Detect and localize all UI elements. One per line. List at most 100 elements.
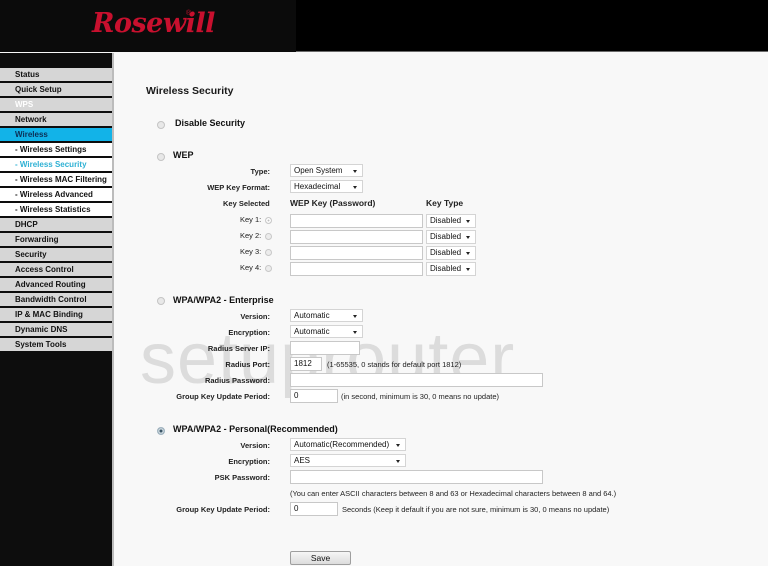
sidebar-item-wireless-security[interactable]: - Wireless Security: [0, 158, 112, 173]
sidebar-item-network[interactable]: Network: [0, 113, 112, 128]
chevron-down-icon: [466, 220, 470, 223]
wep-key-select-radio[interactable]: [265, 233, 272, 240]
pers-group-key-label: Group Key Update Period:: [176, 505, 270, 514]
ent-encryption-select[interactable]: Automatic: [290, 325, 363, 338]
ent-encryption-label: Encryption:: [228, 328, 270, 337]
pers-version-value: Automatic(Recommended): [294, 440, 390, 449]
wep-key-label: Key 4:: [240, 263, 262, 272]
wep-key-label: Key 3:: [240, 247, 262, 256]
wep-key-type-select[interactable]: Disabled: [426, 262, 476, 276]
save-button[interactable]: Save: [290, 551, 351, 565]
wep-key-select-radio[interactable]: [265, 265, 272, 272]
psk-password-note: (You can enter ASCII characters between …: [290, 489, 617, 498]
chevron-down-icon: [353, 170, 357, 173]
chevron-down-icon: [396, 444, 400, 447]
wep-key-input[interactable]: [290, 214, 423, 228]
wep-key-input[interactable]: [290, 246, 423, 260]
chevron-down-icon: [353, 315, 357, 318]
page-title: Wireless Security: [146, 85, 234, 97]
sidebar-item-wireless-statistics[interactable]: - Wireless Statistics: [0, 203, 112, 218]
wep-key-type-value: Disabled: [430, 216, 462, 225]
header: Rosewill ®: [0, 0, 768, 52]
sidebar-item-dynamic-dns[interactable]: Dynamic DNS: [0, 323, 112, 338]
ent-encryption-value: Automatic: [294, 327, 330, 336]
enterprise-radio[interactable]: [157, 297, 165, 305]
sidebar-item-wps[interactable]: WPS: [0, 98, 112, 113]
sidebar-item-security[interactable]: Security: [0, 248, 112, 263]
ent-version-label: Version:: [240, 312, 270, 321]
wep-key-type-value: Disabled: [430, 264, 462, 273]
sidebar-item-ip-and-mac-binding[interactable]: IP & MAC Binding: [0, 308, 112, 323]
chevron-down-icon: [466, 268, 470, 271]
chevron-down-icon: [466, 252, 470, 255]
wep-label: WEP: [173, 150, 194, 160]
wep-key-label: Key 1:: [240, 215, 262, 224]
wep-key-select-radio[interactable]: [265, 217, 272, 224]
logo-area: Rosewill ®: [0, 0, 296, 52]
wep-key-label: Key 2:: [240, 231, 262, 240]
ent-version-select[interactable]: Automatic: [290, 309, 363, 322]
sidebar-item-dhcp[interactable]: DHCP: [0, 218, 112, 233]
rosewill-logo: Rosewill: [92, 8, 215, 39]
wep-type-select[interactable]: Open System: [290, 164, 363, 177]
key-selected-header: Key Selected: [223, 199, 270, 208]
wep-key-format-label: WEP Key Format:: [207, 183, 270, 192]
ent-group-key-input[interactable]: 0: [290, 389, 338, 403]
chevron-down-icon: [466, 236, 470, 239]
wep-radio[interactable]: [157, 153, 165, 161]
chevron-down-icon: [396, 460, 400, 463]
main-content: setuprouter Wireless Security Disable Se…: [114, 53, 768, 566]
wep-key-type-select[interactable]: Disabled: [426, 246, 476, 260]
ent-group-key-note: (in second, minimum is 30, 0 means no up…: [341, 392, 499, 401]
sidebar-item-advanced-routing[interactable]: Advanced Routing: [0, 278, 112, 293]
sidebar-item-system-tools[interactable]: System Tools: [0, 338, 112, 353]
radius-ip-label: Radius Server IP:: [207, 344, 270, 353]
wep-key-type-value: Disabled: [430, 248, 462, 257]
pers-group-key-input[interactable]: 0: [290, 502, 338, 516]
radius-port-note: (1-65535, 0 stands for default port 1812…: [327, 360, 462, 369]
radius-port-label: Radius Port:: [225, 360, 270, 369]
pers-version-label: Version:: [240, 441, 270, 450]
radius-password-input[interactable]: [290, 373, 543, 387]
wep-key-input[interactable]: [290, 230, 423, 244]
wep-key-type-value: Disabled: [430, 232, 462, 241]
psk-password-input[interactable]: [290, 470, 543, 484]
radius-port-input[interactable]: 1812: [290, 357, 322, 371]
wep-key-header: WEP Key (Password): [290, 198, 376, 208]
wep-key-format-select[interactable]: Hexadecimal: [290, 180, 363, 193]
ent-group-key-label: Group Key Update Period:: [176, 392, 270, 401]
wep-key-type-select[interactable]: Disabled: [426, 230, 476, 244]
personal-radio[interactable]: [157, 427, 165, 435]
sidebar-item-status[interactable]: Status: [0, 68, 112, 83]
psk-password-label: PSK Password:: [214, 473, 270, 482]
sidebar-item-wireless-mac-filtering[interactable]: - Wireless MAC Filtering: [0, 173, 112, 188]
sidebar-item-wireless-settings[interactable]: - Wireless Settings: [0, 143, 112, 158]
pers-group-key-note: Seconds (Keep it default if you are not …: [342, 505, 610, 514]
sidebar-item-wireless[interactable]: Wireless: [0, 128, 112, 143]
pers-encryption-select[interactable]: AES: [290, 454, 406, 467]
ent-version-value: Automatic: [294, 311, 330, 320]
wep-type-label: Type:: [250, 167, 270, 176]
enterprise-label: WPA/WPA2 - Enterprise: [173, 295, 274, 305]
personal-label: WPA/WPA2 - Personal(Recommended): [173, 424, 338, 434]
wep-key-input[interactable]: [290, 262, 423, 276]
chevron-down-icon: [353, 331, 357, 334]
pers-encryption-value: AES: [294, 456, 311, 465]
disable-security-label: Disable Security: [175, 118, 246, 128]
disable-security-radio[interactable]: [157, 121, 165, 129]
wep-key-type-select[interactable]: Disabled: [426, 214, 476, 228]
chevron-down-icon: [353, 186, 357, 189]
registered-mark: ®: [186, 10, 192, 17]
sidebar-item-quick-setup[interactable]: Quick Setup: [0, 83, 112, 98]
wep-key-select-radio[interactable]: [265, 249, 272, 256]
sidebar-item-bandwidth-control[interactable]: Bandwidth Control: [0, 293, 112, 308]
radius-ip-input[interactable]: [290, 341, 360, 355]
sidebar-item-forwarding[interactable]: Forwarding: [0, 233, 112, 248]
radius-password-label: Radius Password:: [204, 376, 270, 385]
sidebar-item-access-control[interactable]: Access Control: [0, 263, 112, 278]
pers-version-select[interactable]: Automatic(Recommended): [290, 438, 406, 451]
key-type-header: Key Type: [426, 198, 464, 208]
sidebar-item-wireless-advanced[interactable]: - Wireless Advanced: [0, 188, 112, 203]
wep-type-value: Open System: [294, 166, 343, 175]
wep-key-format-value: Hexadecimal: [294, 182, 341, 191]
